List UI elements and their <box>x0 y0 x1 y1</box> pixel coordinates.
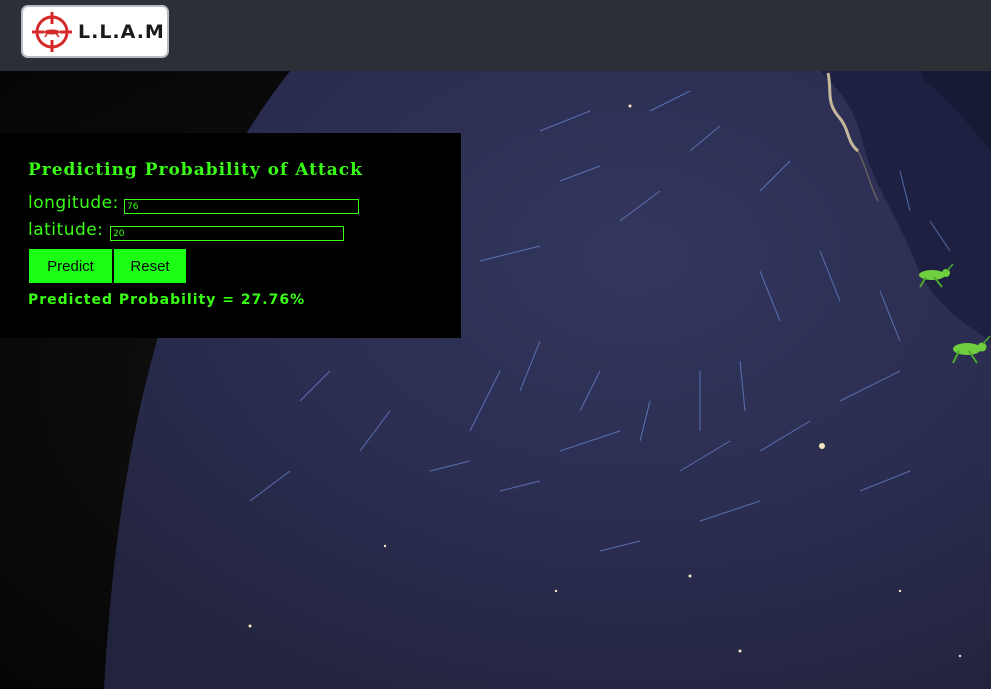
latitude-label: latitude: <box>28 220 104 240</box>
predicted-probability: Predicted Probability = 27.76% <box>28 292 306 308</box>
longitude-input[interactable] <box>124 199 359 214</box>
locust-icon[interactable] <box>916 263 954 289</box>
reset-button[interactable]: Reset <box>114 249 186 283</box>
panel-title: Predicting Probability of Attack <box>28 160 363 180</box>
longitude-label: longitude: <box>28 193 119 213</box>
top-navbar: L.L.A.M <box>0 0 991 71</box>
predict-button[interactable]: Predict <box>29 249 112 283</box>
crosshair-locust-icon <box>32 11 72 52</box>
logo-text: L.L.A.M <box>78 20 165 43</box>
app-logo[interactable]: L.L.A.M <box>21 5 169 58</box>
latitude-input[interactable] <box>110 226 344 241</box>
locust-icon[interactable] <box>949 335 991 365</box>
